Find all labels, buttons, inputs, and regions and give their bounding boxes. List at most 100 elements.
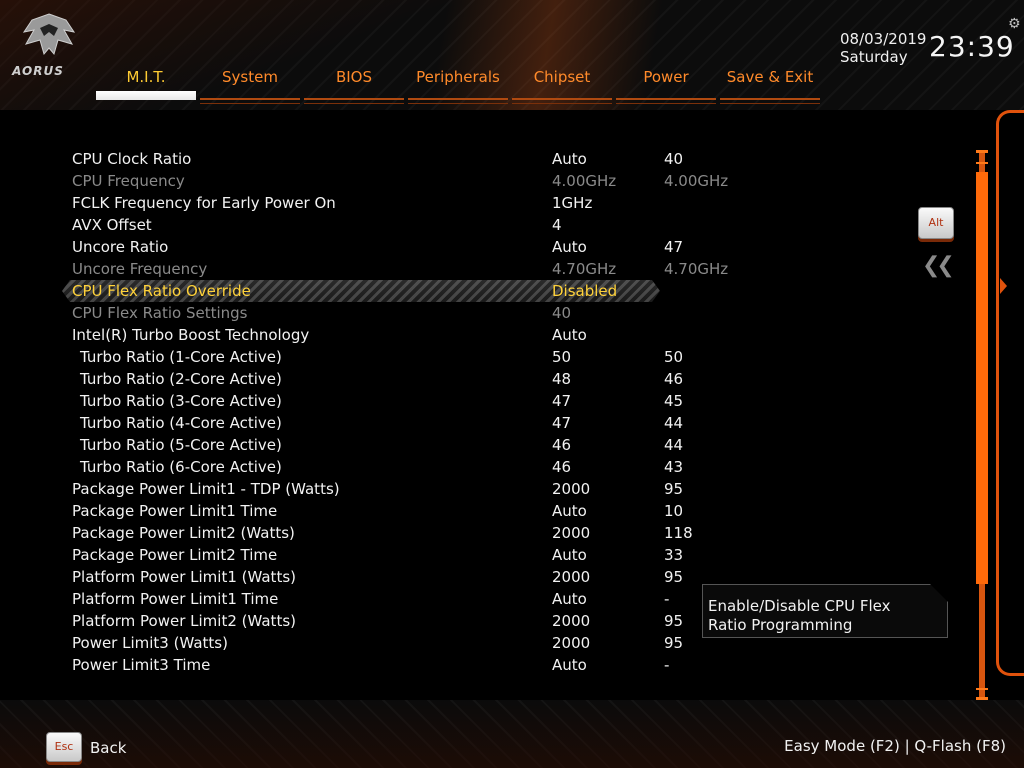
setting-label: Turbo Ratio (1-Core Active) <box>80 348 282 366</box>
setting-label: Turbo Ratio (5-Core Active) <box>80 436 282 454</box>
setting-current: 40 <box>664 150 684 168</box>
side-panel-tab[interactable] <box>996 110 1024 676</box>
setting-value: Auto <box>552 326 587 344</box>
tab-system[interactable]: System <box>200 64 300 104</box>
tab-power[interactable]: Power <box>616 64 716 104</box>
setting-row[interactable]: Uncore Ratio Auto 47 <box>62 236 683 258</box>
setting-row[interactable]: Turbo Ratio (1-Core Active) 50 50 <box>62 346 683 368</box>
setting-row[interactable]: Intel(R) Turbo Boost Technology Auto <box>62 324 662 346</box>
setting-label: Package Power Limit2 (Watts) <box>72 524 295 542</box>
setting-label: Turbo Ratio (6-Core Active) <box>80 458 282 476</box>
setting-label: Power Limit3 Time <box>72 656 211 674</box>
setting-value: Auto <box>552 502 587 520</box>
setting-row: CPU Flex Ratio Settings 40 <box>62 302 662 324</box>
setting-row[interactable]: Turbo Ratio (6-Core Active) 46 43 <box>62 456 683 478</box>
setting-row[interactable]: Platform Power Limit1 (Watts) 2000 95 <box>62 566 683 588</box>
scrollbar[interactable] <box>976 150 988 700</box>
setting-label: Uncore Ratio <box>72 238 169 256</box>
setting-current: - <box>664 656 670 674</box>
setting-label: Package Power Limit1 Time <box>72 502 278 520</box>
setting-value: Auto <box>552 150 587 168</box>
setting-row[interactable]: Package Power Limit2 Time Auto 33 <box>62 544 683 566</box>
setting-value: 46 <box>552 458 572 476</box>
setting-current: 33 <box>664 546 684 564</box>
setting-current: 4.00GHz <box>664 172 729 190</box>
setting-value: 2000 <box>552 480 591 498</box>
setting-row: Uncore Frequency 4.70GHz 4.70GHz <box>62 258 728 280</box>
setting-label: CPU Flex Ratio Override <box>72 282 251 300</box>
setting-row[interactable]: FCLK Frequency for Early Power On 1GHz <box>62 192 662 214</box>
setting-label: Turbo Ratio (4-Core Active) <box>80 414 282 432</box>
setting-value: 48 <box>552 370 572 388</box>
setting-label: AVX Offset <box>72 216 152 234</box>
date-display: 08/03/2019 Saturday <box>840 30 926 66</box>
setting-label: Platform Power Limit1 Time <box>72 590 279 608</box>
setting-current: 45 <box>664 392 684 410</box>
footer-hint[interactable]: Easy Mode (F2) | Q-Flash (F8) <box>784 737 1006 755</box>
setting-row[interactable]: CPU Clock Ratio Auto 40 <box>62 148 683 170</box>
scrollbar-thumb[interactable] <box>976 172 988 584</box>
setting-label: Turbo Ratio (3-Core Active) <box>80 392 282 410</box>
setting-value: Auto <box>552 656 587 674</box>
tab-chipset[interactable]: Chipset <box>512 64 612 104</box>
setting-row[interactable]: Turbo Ratio (3-Core Active) 47 45 <box>62 390 683 412</box>
setting-current: 46 <box>664 370 684 388</box>
tab-bios[interactable]: BIOS <box>304 64 404 104</box>
setting-row[interactable]: Turbo Ratio (4-Core Active) 47 44 <box>62 412 683 434</box>
tab-mit[interactable]: M.I.T. <box>96 64 196 100</box>
setting-value: 4 <box>552 216 562 234</box>
header-bar: AORUS M.I.T. System BIOS Peripherals Chi… <box>0 0 1024 110</box>
setting-current: 4.70GHz <box>664 260 729 278</box>
clock: 23:39 <box>929 30 1015 63</box>
setting-row[interactable]: AVX Offset 4 <box>62 214 662 236</box>
tab-save-exit[interactable]: Save & Exit <box>720 64 820 104</box>
esc-key-button[interactable]: Esc <box>46 732 82 762</box>
help-text-line1: Enable/Disable CPU Flex <box>708 597 891 615</box>
setting-label: CPU Flex Ratio Settings <box>72 304 248 322</box>
setting-value: 2000 <box>552 568 591 586</box>
setting-row[interactable]: Platform Power Limit1 Time Auto - <box>62 588 669 610</box>
setting-label: FCLK Frequency for Early Power On <box>72 194 336 212</box>
tab-peripherals[interactable]: Peripherals <box>408 64 508 104</box>
setting-label: Uncore Frequency <box>72 260 208 278</box>
double-chevron-left-icon[interactable]: ❮❮ <box>922 253 955 278</box>
setting-label: CPU Frequency <box>72 172 185 190</box>
setting-current: 95 <box>664 480 684 498</box>
setting-label: Intel(R) Turbo Boost Technology <box>72 326 310 344</box>
setting-label: Package Power Limit1 - TDP (Watts) <box>72 480 340 498</box>
setting-value: 4.70GHz <box>552 260 617 278</box>
setting-label: Package Power Limit2 Time <box>72 546 278 564</box>
weekday: Saturday <box>840 48 908 66</box>
setting-label: Turbo Ratio (2-Core Active) <box>80 370 282 388</box>
setting-row-selected[interactable]: CPU Flex Ratio Override Disabled <box>62 280 660 302</box>
setting-value: 2000 <box>552 612 591 630</box>
setting-row[interactable]: Package Power Limit1 Time Auto 10 <box>62 500 683 522</box>
back-label[interactable]: Back <box>90 739 126 757</box>
expand-arrow-icon[interactable] <box>1000 278 1007 294</box>
setting-current: 44 <box>664 414 684 432</box>
help-box: Enable/Disable CPU Flex Ratio Programmin… <box>702 584 948 638</box>
setting-row[interactable]: Power Limit3 Time Auto - <box>62 654 669 676</box>
setting-current: 95 <box>664 634 684 652</box>
setting-row[interactable]: Package Power Limit1 - TDP (Watts) 2000 … <box>62 478 683 500</box>
setting-current: 118 <box>664 524 693 542</box>
setting-current: - <box>664 590 670 608</box>
setting-current: 10 <box>664 502 684 520</box>
setting-value: 47 <box>552 414 572 432</box>
setting-row[interactable]: Turbo Ratio (2-Core Active) 48 46 <box>62 368 683 390</box>
help-text-line2: Ratio Programming <box>708 616 853 634</box>
setting-row[interactable]: Platform Power Limit2 (Watts) 2000 95 <box>62 610 683 632</box>
footer-bar <box>0 700 1024 768</box>
setting-value: 46 <box>552 436 572 454</box>
gear-icon[interactable]: ⚙ <box>1008 16 1021 32</box>
setting-row[interactable]: Package Power Limit2 (Watts) 2000 118 <box>62 522 693 544</box>
setting-value: 40 <box>552 304 572 322</box>
setting-value: Disabled <box>552 282 618 300</box>
logo-text: AORUS <box>12 64 64 78</box>
alt-key-button[interactable]: Alt <box>918 207 954 239</box>
setting-value: 4.00GHz <box>552 172 617 190</box>
setting-label: CPU Clock Ratio <box>72 150 192 168</box>
setting-row[interactable]: Power Limit3 (Watts) 2000 95 <box>62 632 683 654</box>
setting-current: 95 <box>664 612 684 630</box>
setting-row[interactable]: Turbo Ratio (5-Core Active) 46 44 <box>62 434 683 456</box>
